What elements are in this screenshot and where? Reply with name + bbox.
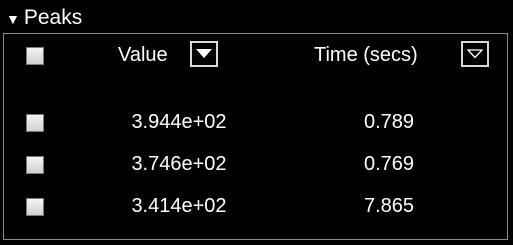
row-checkbox[interactable]	[26, 114, 44, 132]
peak-time-cell: 0.769	[363, 153, 415, 175]
select-all-checkbox[interactable]	[26, 47, 44, 65]
table-row: 3.944e+02 0.789	[4, 103, 507, 143]
table-header-row: Value Time (secs)	[4, 34, 507, 74]
time-column-header: Time (secs)	[314, 44, 418, 66]
peaks-table: Value Time (secs) 3.944e+02 0.789 3.746e…	[3, 33, 508, 240]
peaks-section-header[interactable]: ▼ Peaks	[6, 3, 82, 33]
peak-value-cell: 3.746e+02	[131, 153, 227, 175]
row-checkbox[interactable]	[26, 156, 44, 174]
dropdown-arrow-outline-icon	[467, 49, 483, 59]
row-checkbox[interactable]	[26, 198, 44, 216]
peak-time-cell: 7.865	[363, 195, 415, 217]
peak-time-cell: 0.789	[363, 111, 415, 133]
time-column-menu-button[interactable]	[461, 41, 489, 67]
value-column-header: Value	[118, 44, 168, 66]
dropdown-arrow-filled-icon	[196, 49, 212, 58]
peak-value-cell: 3.944e+02	[131, 111, 227, 133]
triangle-down-icon[interactable]: ▼	[6, 11, 20, 27]
table-row: 3.746e+02 0.769	[4, 145, 507, 185]
peak-value-cell: 3.414e+02	[131, 195, 227, 217]
peaks-title: Peaks	[23, 6, 83, 29]
table-row: 3.414e+02 7.865	[4, 187, 507, 227]
value-column-menu-button[interactable]	[190, 41, 218, 67]
peaks-panel: ▼ Peaks Value Time (secs) 3.944e+02 0.78…	[0, 0, 513, 245]
